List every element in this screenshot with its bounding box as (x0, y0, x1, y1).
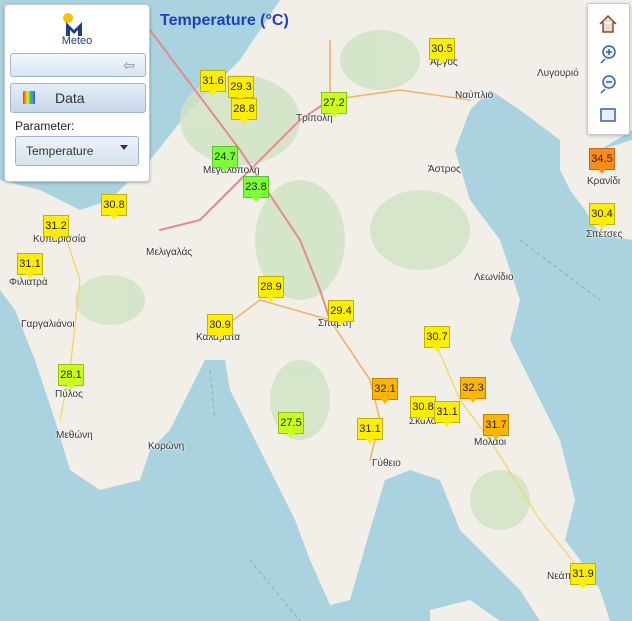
home-button[interactable] (595, 11, 621, 37)
home-icon (599, 14, 617, 33)
station-marker[interactable]: 31.9 (570, 563, 596, 589)
parameter-value: Temperature (26, 144, 94, 158)
place-label: Κορώνη (148, 441, 185, 452)
station-marker[interactable]: 27.5 (278, 412, 304, 438)
station-marker[interactable]: 30.5 (429, 38, 455, 64)
station-marker[interactable]: 30.8 (101, 194, 127, 220)
place-label: Λεωνίδιο (474, 272, 514, 283)
station-marker[interactable]: 23.8 (243, 176, 269, 202)
station-marker[interactable]: 30.9 (207, 314, 233, 340)
station-marker[interactable]: 30.4 (589, 203, 615, 229)
station-marker[interactable]: 32.1 (372, 378, 398, 404)
arrow-left-icon: ⇦ (123, 57, 135, 73)
parameter-select[interactable]: Temperature (15, 136, 139, 166)
zoom-in-icon (600, 45, 616, 64)
place-label: Γαργαλιάνοι (21, 319, 75, 330)
station-marker[interactable]: 31.7 (483, 414, 509, 440)
collapse-panel-button[interactable]: ⇦ (10, 53, 146, 77)
control-panel: Meteo ⇦ Data Parameter: Temperature (4, 4, 150, 182)
station-marker[interactable]: 34.5 (589, 148, 615, 174)
zoom-in-button[interactable] (595, 41, 621, 67)
zoom-out-icon (600, 75, 616, 94)
place-label: Τρίπολη (296, 113, 333, 124)
station-marker[interactable]: 29.4 (328, 300, 354, 326)
station-marker[interactable]: 28.8 (231, 98, 257, 124)
station-marker[interactable]: 31.2 (43, 215, 69, 241)
place-label: Άστρος (428, 164, 461, 175)
station-marker[interactable]: 27.2 (321, 92, 347, 118)
station-marker[interactable]: 31.1 (434, 401, 460, 427)
station-marker[interactable]: 24.7 (212, 146, 238, 172)
chevron-down-icon (120, 145, 128, 150)
place-label: Σπέτσες (586, 229, 623, 240)
place-label: Πύλος (55, 389, 83, 400)
station-marker[interactable]: 28.9 (258, 276, 284, 302)
station-marker[interactable]: 30.8 (410, 396, 436, 422)
place-label: Γύθειο (372, 458, 401, 469)
station-marker[interactable]: 32.3 (460, 377, 486, 403)
station-marker[interactable]: 31.1 (17, 253, 43, 279)
place-label: Μελιγαλάς (146, 247, 193, 258)
zoom-out-button[interactable] (595, 71, 621, 97)
data-button-label: Data (55, 90, 85, 106)
zoom-extent-icon (600, 108, 616, 122)
data-button[interactable]: Data (10, 83, 146, 113)
station-marker[interactable]: 28.1 (58, 364, 84, 390)
place-label: Μεθώνη (56, 430, 93, 441)
zoom-extent-button[interactable] (595, 102, 621, 128)
place-label: Κρανίδι (587, 176, 621, 187)
logo-text: Meteo (61, 35, 93, 47)
map-title: Temperature (°C) (160, 12, 289, 29)
station-marker[interactable]: 29.3 (228, 76, 254, 102)
station-marker[interactable]: 31.6 (200, 70, 226, 96)
place-label: Μολάοι (474, 437, 507, 448)
palette-icon (23, 91, 35, 104)
place-label: Λυγουριό (537, 68, 579, 79)
station-marker[interactable]: 30.7 (424, 326, 450, 352)
parameter-label: Parameter: (15, 119, 75, 133)
station-marker[interactable]: 31.1 (357, 418, 383, 444)
map-toolbar (587, 3, 630, 135)
place-label: Ναύπλιο (455, 90, 494, 101)
